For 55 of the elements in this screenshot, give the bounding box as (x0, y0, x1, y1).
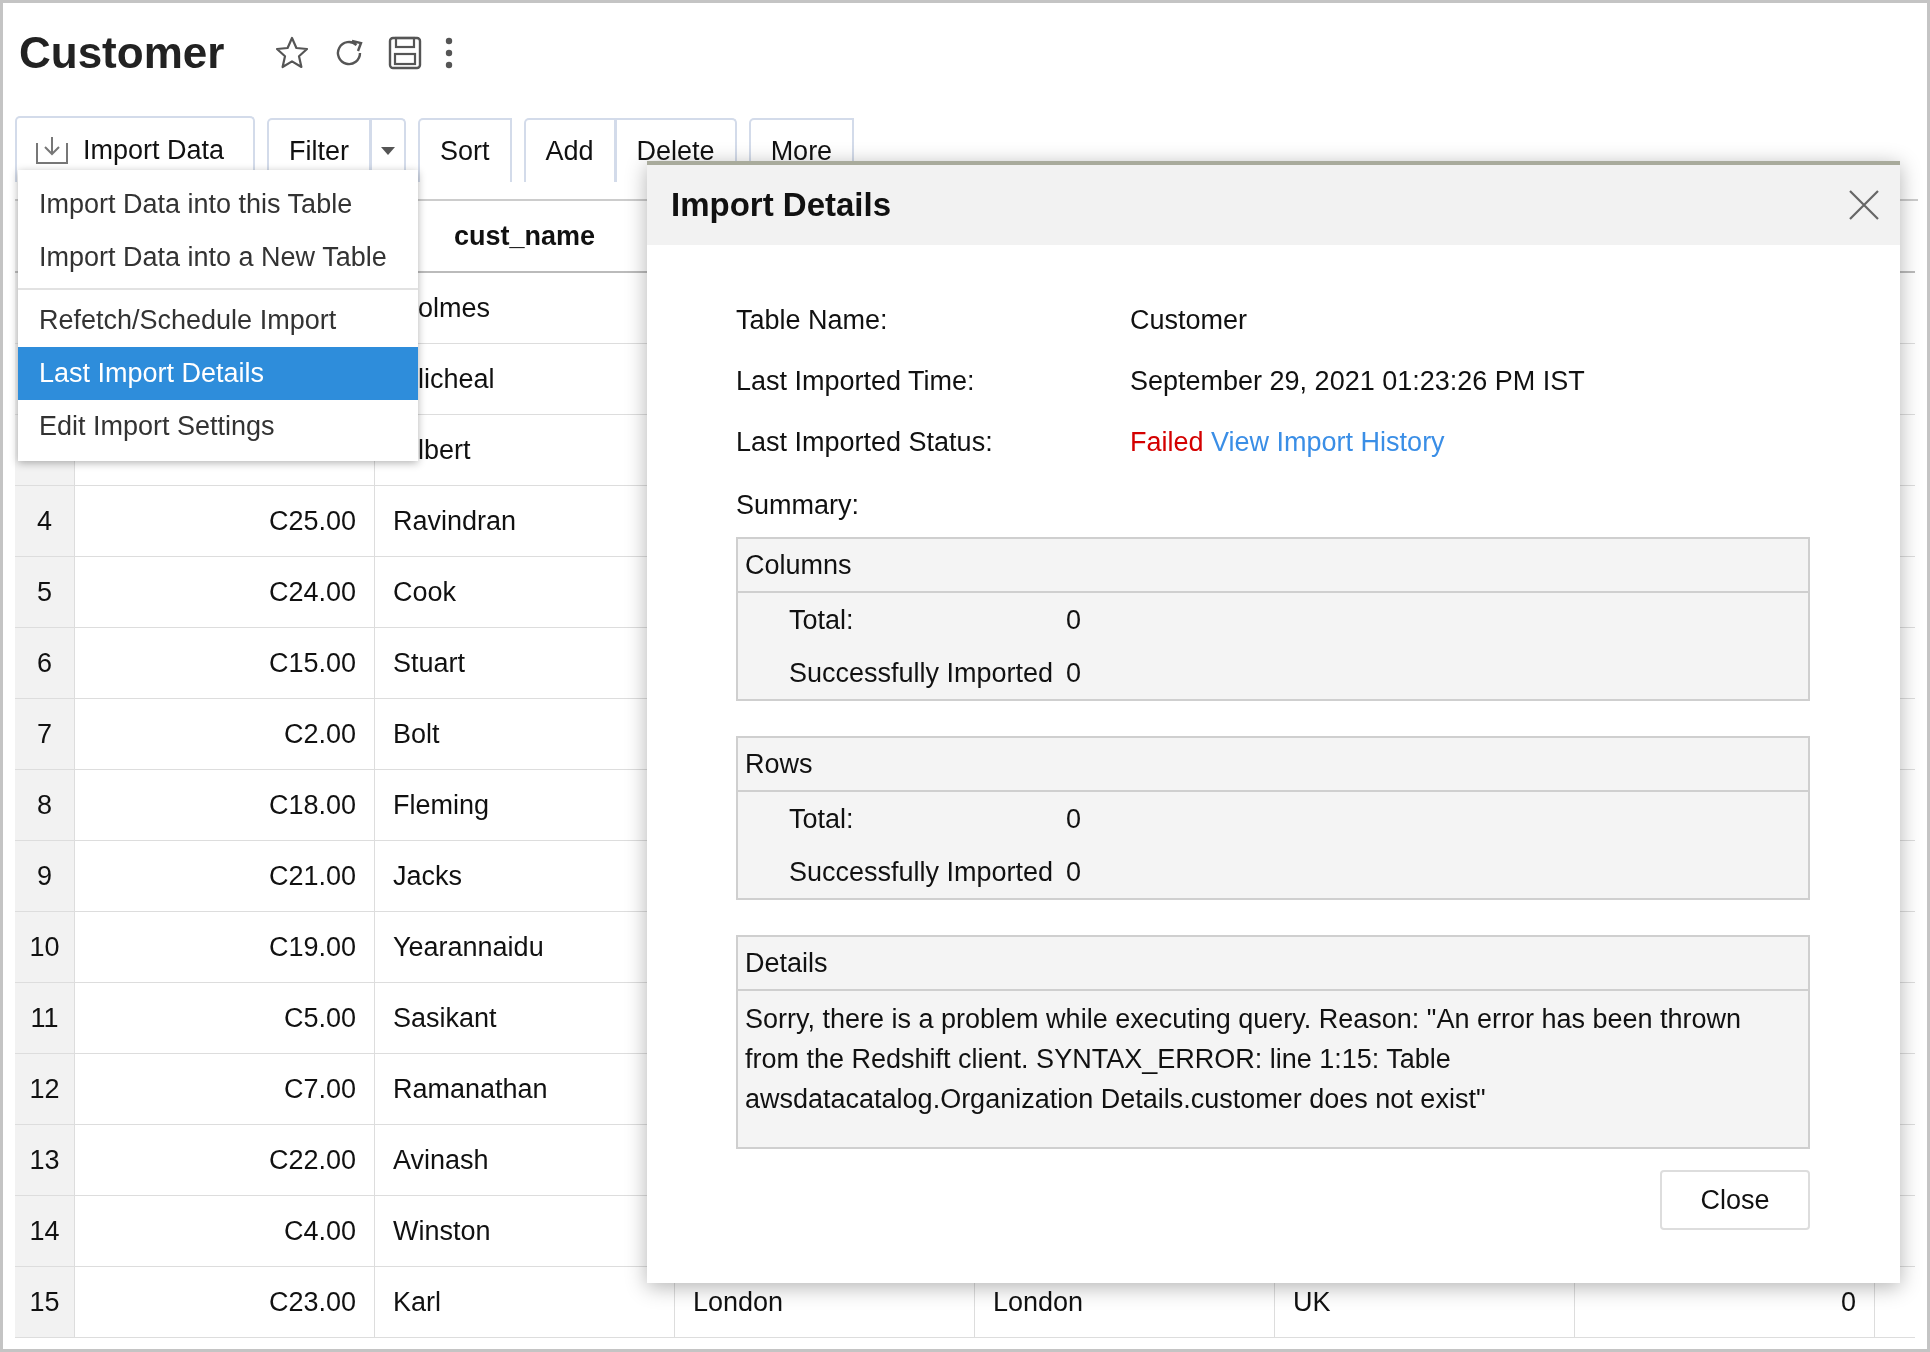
table-cell: C7.00 (75, 1054, 375, 1125)
caret-icon (380, 146, 396, 156)
row-number: 12 (15, 1054, 75, 1125)
field-value: September 29, 2021 01:23:26 PM IST (1130, 366, 1586, 397)
table-cell: C18.00 (75, 770, 375, 841)
count-value: 0 (1066, 605, 1083, 636)
count-label: Successfully Imported (789, 857, 1055, 888)
panel-title: Rows (738, 738, 1808, 792)
field-label: Last Imported Status: (736, 427, 994, 458)
row-number: 14 (15, 1196, 75, 1267)
panel-title: Columns (738, 539, 1808, 593)
count-value: 0 (1066, 658, 1083, 689)
table-cell: C19.00 (75, 912, 375, 983)
table-cell: C25.00 (75, 486, 375, 557)
error-message: Sorry, there is a problem while executing query. Reason: "An error has been thrown from the Redshift client. SYNTAX_ERROR: line 1:15: Table awsdatacatalog.Organization Details.customer does not exist" (744, 1003, 1743, 1116)
row-number: 8 (15, 770, 75, 841)
field-value: Customer (1130, 305, 1249, 336)
field-label: Last Imported Time: (736, 366, 976, 397)
page-title: Customer (19, 28, 225, 78)
row-number: 7 (15, 699, 75, 770)
toolbar-button[interactable]: Add (523, 118, 616, 182)
count-label: Total: (789, 804, 855, 835)
close-button[interactable]: Close (1660, 1170, 1810, 1230)
star-icon[interactable] (274, 35, 311, 71)
table-cell: C22.00 (75, 1125, 375, 1196)
table-cell: C2.00 (75, 699, 375, 770)
count-label: Total: (789, 605, 855, 636)
close-icon (1848, 189, 1880, 221)
more-icon[interactable] (444, 36, 455, 70)
row-number: 5 (15, 557, 75, 628)
row-number: 6 (15, 628, 75, 699)
close-button[interactable] (1848, 189, 1880, 221)
table-cell: C15.00 (75, 628, 375, 699)
table-cell: C5.00 (75, 983, 375, 1054)
import-icon (35, 135, 69, 165)
row-number: 11 (15, 983, 75, 1054)
table-cell: C21.00 (75, 841, 375, 912)
row-number: 4 (15, 486, 75, 557)
table-cell: C24.00 (75, 557, 375, 628)
count-label: Successfully Imported (789, 658, 1055, 689)
table-cell: C23.00 (75, 1267, 375, 1338)
panel-title: Details (738, 937, 1808, 991)
count-value: 0 (1066, 804, 1083, 835)
menu-item[interactable]: Last Import Details (18, 347, 418, 400)
row-number: 13 (15, 1125, 75, 1196)
save-icon[interactable] (388, 36, 423, 70)
field-label: Table Name: (736, 305, 889, 336)
table-cell: C4.00 (75, 1196, 375, 1267)
row-number: 10 (15, 912, 75, 983)
status-text: Failed (1130, 427, 1204, 457)
count-value: 0 (1066, 857, 1083, 888)
row-number: 9 (15, 841, 75, 912)
row-number: 15 (15, 1267, 75, 1338)
summary-label: Summary: (736, 490, 861, 521)
toolbar-button[interactable]: Sort (418, 118, 512, 182)
